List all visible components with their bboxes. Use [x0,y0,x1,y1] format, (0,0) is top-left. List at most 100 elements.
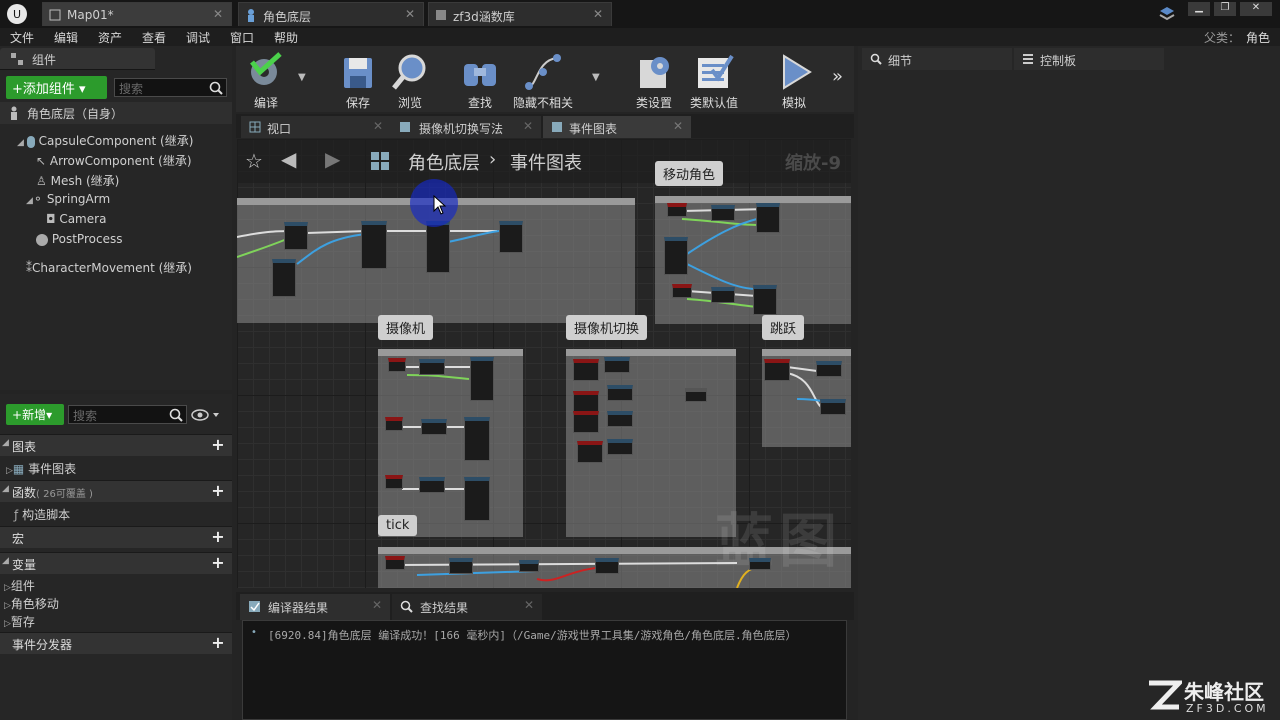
close-icon[interactable]: ✕ [405,7,415,21]
menu-window[interactable]: 窗口 [230,29,254,46]
save-button[interactable]: 保存 [328,50,388,110]
graph-node[interactable] [764,359,790,381]
graph-node[interactable] [607,411,633,427]
tab-details[interactable]: 细节 [862,48,1012,70]
graph-node[interactable] [449,558,473,574]
hide-options-chevron-icon[interactable]: ▼ [592,72,600,83]
tree-item-camera[interactable]: ◘ Camera [46,212,106,226]
graph-node[interactable] [499,221,523,253]
graph-node[interactable] [385,475,403,489]
close-icon[interactable]: ✕ [524,598,534,612]
var-category-components[interactable]: ▷组件 [4,577,35,594]
source-control-icon[interactable] [1158,5,1176,23]
graph-node[interactable] [385,556,405,570]
var-category-temp[interactable]: ▷暂存 [4,613,35,630]
mybp-search-input[interactable]: 搜索 [68,405,187,424]
graph-node[interactable] [361,221,387,269]
tree-item-arrow[interactable]: ↖ ArrowComponent (继承) [36,152,192,169]
graph-node[interactable] [664,237,688,275]
tab-event-graph[interactable]: 事件图表 ✕ [543,116,691,138]
tab-camera-switch[interactable]: 摄像机切换写法 ✕ [391,116,541,138]
compile-button[interactable]: 编译 [236,50,296,110]
tab-find-results[interactable]: 查找结果 ✕ [392,594,542,620]
class-settings-button[interactable]: 类设置 [624,50,684,110]
close-window-button[interactable]: ✕ [1240,2,1272,16]
graph-node[interactable] [672,284,692,298]
event-graph-canvas[interactable]: ☆ ◀ ▶ 角色底层 › 事件图表 缩放-9 移动角色 摄像机 摄像机切换 跳跃… [237,139,851,588]
parent-class-link[interactable]: 角色 [1246,29,1270,46]
menu-debug[interactable]: 调试 [186,29,210,46]
close-icon[interactable]: ✕ [523,119,533,133]
graph-node[interactable] [604,357,630,373]
graph-node[interactable] [388,358,406,372]
menu-view[interactable]: 查看 [142,29,166,46]
graph-node[interactable] [685,388,707,402]
graph-node[interactable] [426,221,450,273]
add-function-icon[interactable]: + [210,483,226,499]
menu-edit[interactable]: 编辑 [54,29,78,46]
close-icon[interactable]: ✕ [673,119,683,133]
graph-node[interactable] [595,558,619,574]
self-row[interactable]: 角色底层（自身） [0,102,232,124]
menu-help[interactable]: 帮助 [274,29,298,46]
var-category-movement[interactable]: ▷角色移动 [4,595,59,612]
section-macros[interactable]: 宏 + [0,526,232,548]
tree-item-postprocess[interactable]: PostProcess [36,232,122,246]
tree-item-springarm[interactable]: ◢⚬ SpringArm [26,192,110,206]
graph-node[interactable] [464,477,490,521]
tab-map01[interactable]: Map01* ✕ [42,2,232,26]
graph-node[interactable] [816,361,842,377]
components-search-input[interactable]: 搜索 [114,78,227,97]
simulate-button[interactable]: 模拟 [764,50,824,110]
tab-blueprint[interactable]: 角色底层 ✕ [238,2,424,26]
graph-node[interactable] [607,385,633,401]
tab-palette[interactable]: 控制板 [1014,48,1164,70]
add-new-button[interactable]: +新增▾ [6,404,64,425]
section-dispatchers[interactable]: 事件分发器 + [0,632,232,654]
construction-script-item[interactable]: ƒ 构造脚本 [14,506,70,523]
graph-node[interactable] [272,259,296,297]
menu-asset[interactable]: 资产 [98,29,122,46]
graph-node[interactable] [577,441,603,463]
add-component-button[interactable]: +添加组件 ▾ [6,76,107,99]
graph-node[interactable] [470,357,494,401]
maximize-button[interactable]: ❐ [1214,2,1236,16]
graph-node[interactable] [749,558,771,570]
graph-node[interactable] [607,439,633,455]
find-button[interactable]: 查找 [450,50,510,110]
graph-node[interactable] [419,477,445,493]
add-macro-icon[interactable]: + [210,529,226,545]
eye-icon[interactable] [191,408,221,422]
class-defaults-button[interactable]: 类默认值 [684,50,744,110]
tree-item-mesh[interactable]: ♙ Mesh (继承) [36,172,119,189]
graph-node[interactable] [385,417,403,431]
graph-node[interactable] [573,359,599,381]
compile-options-chevron-icon[interactable]: ▼ [298,72,306,83]
tab-library[interactable]: zf3d涵数库 ✕ [428,2,612,26]
graph-node[interactable] [284,222,308,250]
close-icon[interactable]: ✕ [372,598,382,612]
close-icon[interactable]: ✕ [213,7,223,21]
browse-button[interactable]: 浏览 [380,50,440,110]
graph-node[interactable] [464,417,490,461]
close-icon[interactable]: ✕ [373,119,383,133]
add-variable-icon[interactable]: + [210,555,226,571]
add-dispatcher-icon[interactable]: + [210,635,226,651]
menu-file[interactable]: 文件 [10,29,34,46]
tab-compiler-results[interactable]: 编译器结果 ✕ [240,594,390,620]
tree-item-movement[interactable]: ⁑CharacterMovement (继承) [26,259,192,276]
components-tab[interactable]: 组件 [0,48,155,70]
graph-node[interactable] [711,287,735,303]
toolbar-overflow-icon[interactable]: » [832,66,843,87]
tab-viewport[interactable]: 视口 ✕ [241,116,391,138]
graph-node[interactable] [711,205,735,221]
graph-node[interactable] [753,285,777,315]
graph-node[interactable] [667,203,687,217]
graph-node[interactable] [419,359,445,375]
tree-item-capsule[interactable]: ◢ CapsuleComponent (继承) [17,132,193,149]
graph-node[interactable] [519,560,539,572]
graph-node[interactable] [421,419,447,435]
event-graph-item[interactable]: ▷▦ 事件图表 [6,460,76,477]
graph-node[interactable] [573,391,599,413]
add-graph-icon[interactable]: + [210,437,226,453]
